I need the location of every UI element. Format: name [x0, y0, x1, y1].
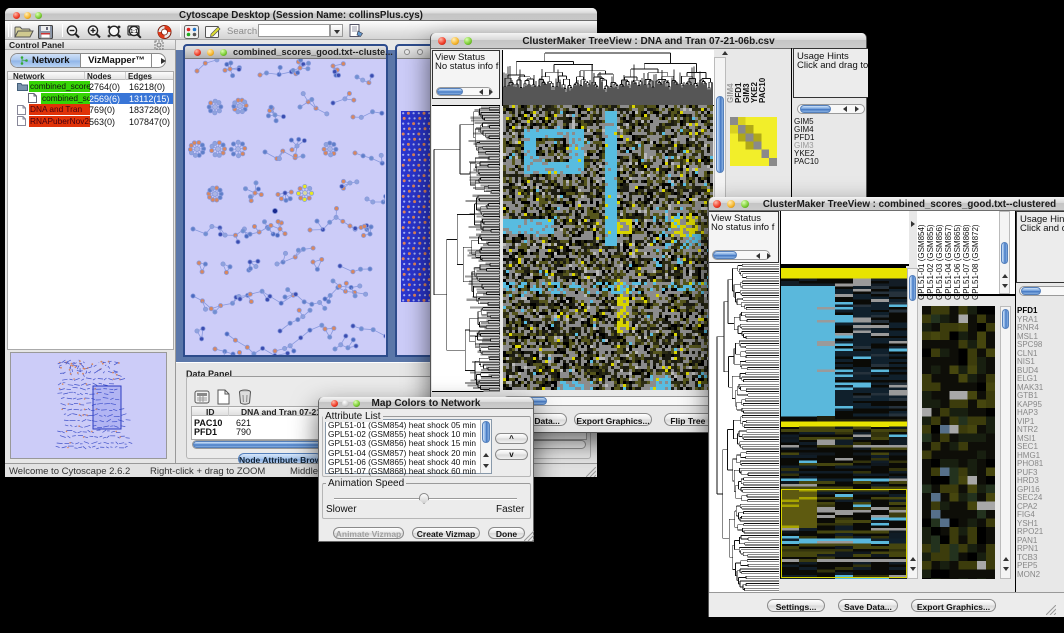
- svg-text:1:1: 1:1: [130, 29, 137, 35]
